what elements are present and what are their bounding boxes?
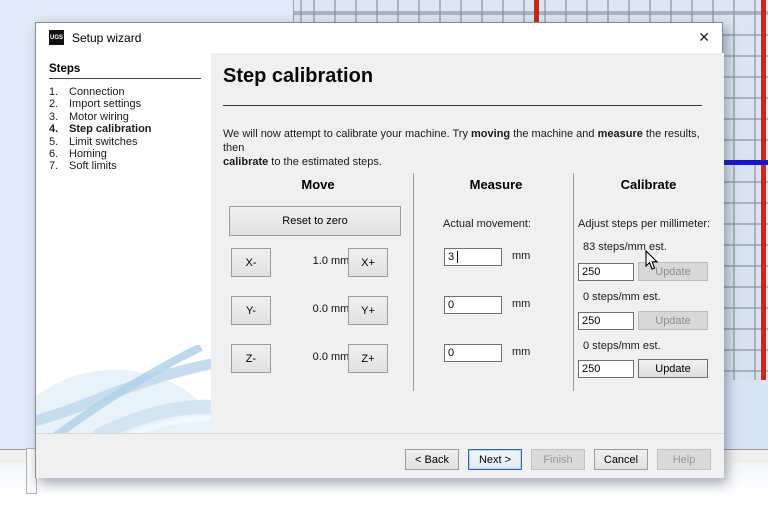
steps-estimate-z: 0 steps/mm est.	[583, 340, 661, 352]
measure-unit-z: mm	[512, 346, 530, 358]
calibration-columns: Move Reset to zero X- 1.0 mm X+ Y- 0.0 m…	[211, 171, 724, 395]
next-button[interactable]: Next >	[468, 449, 522, 470]
grid-red-axis-line-right	[761, 0, 766, 380]
measure-input-z[interactable]	[444, 344, 502, 362]
reset-to-zero-button[interactable]: Reset to zero	[229, 206, 401, 236]
help-button[interactable]: Help	[657, 449, 711, 470]
window-title: Setup wizard	[72, 31, 141, 45]
jog-y-minus-button[interactable]: Y-	[231, 296, 271, 325]
measure-unit-y: mm	[512, 298, 530, 310]
sidebar-item-step-calibration: 4.Step calibration	[49, 123, 152, 135]
finish-button[interactable]: Finish	[531, 449, 585, 470]
sidebar-item-connection: 1.Connection	[49, 86, 152, 98]
steps-header-rule	[49, 78, 201, 79]
wizard-page-content: Step calibration We will now attempt to …	[211, 53, 724, 433]
move-column-header: Move	[223, 177, 413, 192]
titlebar[interactable]: UGS Setup wizard ✕	[36, 23, 722, 53]
text-caret	[457, 251, 458, 263]
calibrate-column-header: Calibrate	[581, 177, 716, 192]
sidebar-item-homing: 6.Homing	[49, 148, 152, 160]
sidebar-item-limit-switches: 5.Limit switches	[49, 136, 152, 148]
update-y-button[interactable]: Update	[638, 311, 708, 330]
steps-sidebar: Steps 1.Connection 2.Import settings 3.M…	[36, 53, 211, 433]
calibrate-steps-input-x[interactable]	[578, 263, 634, 281]
measure-unit-x: mm	[512, 250, 530, 262]
ugs-logo-icon: UGS	[49, 30, 64, 45]
column-divider	[573, 173, 574, 391]
actual-movement-label: Actual movement:	[443, 218, 531, 230]
title-rule	[223, 105, 702, 106]
back-button[interactable]: < Back	[405, 449, 459, 470]
page-title: Step calibration	[223, 65, 373, 88]
mouse-cursor	[645, 250, 659, 271]
jog-x-plus-button[interactable]: X+	[348, 248, 388, 277]
adjust-steps-label: Adjust steps per millimeter:	[578, 218, 710, 230]
measure-input-x[interactable]	[444, 248, 502, 266]
jog-z-minus-button[interactable]: Z-	[231, 344, 271, 373]
jog-y-plus-button[interactable]: Y+	[348, 296, 388, 325]
update-z-button[interactable]: Update	[638, 359, 708, 378]
cancel-button[interactable]: Cancel	[594, 449, 648, 470]
page-description: We will now attempt to calibrate your ma…	[223, 127, 724, 169]
jog-z-plus-button[interactable]: Z+	[348, 344, 388, 373]
calibrate-steps-input-z[interactable]	[578, 360, 634, 378]
sidebar-item-import-settings: 2.Import settings	[49, 98, 152, 110]
sidebar-item-motor-wiring: 3.Motor wiring	[49, 111, 152, 123]
close-icon[interactable]: ✕	[698, 29, 710, 45]
steps-list: 1.Connection 2.Import settings 3.Motor w…	[49, 86, 152, 173]
setup-wizard-dialog: UGS Setup wizard ✕ Steps 1.Connection 2.…	[35, 22, 723, 478]
measure-input-y[interactable]	[444, 296, 502, 314]
measure-column-header: Measure	[421, 177, 571, 192]
wizard-footer: < Back Next > Finish Cancel Help	[36, 433, 724, 478]
jog-x-minus-button[interactable]: X-	[231, 248, 271, 277]
sidebar-item-soft-limits: 7.Soft limits	[49, 160, 152, 172]
wizard-decoration-swoosh	[36, 345, 211, 433]
steps-estimate-y: 0 steps/mm est.	[583, 291, 661, 303]
calibrate-steps-input-y[interactable]	[578, 312, 634, 330]
column-divider	[413, 173, 414, 391]
steps-header: Steps	[49, 63, 80, 75]
